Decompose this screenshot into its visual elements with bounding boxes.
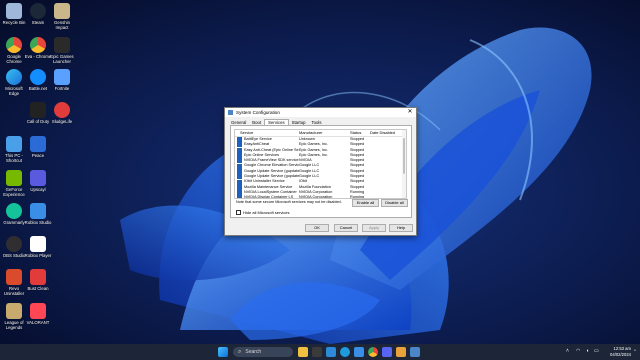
desktop-icon-sludgelife[interactable]: SludgeLife (48, 102, 76, 124)
service-name: NVIDIA Display Container LS (244, 195, 294, 199)
chrome-icon (30, 37, 46, 53)
edge-icon[interactable] (340, 347, 350, 357)
task-view-icon[interactable] (312, 347, 322, 357)
taskbar: ⌕ Search ˄ ◠ ◖ ▭ 12:53 am 04/02/2024 ◔ (0, 344, 640, 360)
apply-button[interactable]: Apply (362, 224, 386, 232)
checkbox-icon[interactable] (236, 210, 241, 215)
tray-overflow-chevron-icon[interactable]: ˄ (566, 348, 569, 354)
window-titlebar[interactable]: System Configuration ✕ (225, 108, 416, 117)
desktop-icon-genshin[interactable]: Genshin Impact (48, 3, 76, 30)
services-table: Service Manufacturer Status Date Disable… (234, 129, 407, 199)
league-icon (6, 303, 22, 319)
upscayl-icon (30, 170, 46, 186)
table-scrollbar[interactable] (402, 130, 406, 198)
manufacturer-cell: NVIDIA Corporation (299, 195, 333, 199)
taskbar-clock[interactable]: 12:53 am 04/02/2024 (601, 346, 631, 357)
column-header-manufacturer[interactable]: Manufacturer (299, 130, 350, 136)
app-icon[interactable] (396, 347, 406, 357)
widgets-icon[interactable] (298, 347, 308, 357)
volume-icon[interactable]: ◖ (586, 348, 589, 354)
desktop-icon-valorant[interactable]: VALORANT (24, 303, 52, 325)
store-icon[interactable] (354, 347, 364, 357)
disable-all-button[interactable]: Disable all (381, 199, 408, 207)
chrome-icon[interactable] (368, 347, 378, 357)
close-icon[interactable]: ✕ (404, 108, 416, 117)
geforce-icon (6, 170, 22, 186)
table-header: Service Manufacturer Status Date Disable… (235, 130, 406, 137)
battery-icon[interactable]: ▭ (594, 348, 599, 354)
epic-games-icon (54, 37, 70, 53)
msconfig-icon[interactable] (410, 347, 420, 357)
secure-services-note: Note that some secure Microsoft services… (236, 200, 342, 204)
notification-bell-icon[interactable]: ◔ (633, 348, 636, 354)
fortnite-icon (54, 69, 70, 85)
window-title: System Configuration (236, 110, 280, 115)
services-panel: Service Manufacturer Status Date Disable… (230, 125, 412, 218)
desktop-icon-roblox-studio[interactable]: Roblox Studio (24, 203, 52, 225)
system-configuration-window: System Configuration ✕ General Boot Serv… (224, 107, 417, 236)
search-icon: ⌕ (238, 348, 242, 355)
desktop-icon-epic-games[interactable]: Epic Games Launcher (48, 37, 76, 64)
sludgelife-icon (54, 102, 70, 118)
desktop-icon-area: Recycle Bin Steam Genshin Impact Google … (0, 0, 80, 344)
genshin-icon (54, 3, 70, 19)
desktop-icon-peace[interactable]: Peace (24, 136, 52, 158)
ok-button[interactable]: OK (305, 224, 329, 232)
grammarly-icon (6, 203, 22, 219)
roblox-icon (30, 236, 46, 252)
msconfig-icon (228, 110, 233, 115)
valorant-icon (30, 303, 46, 319)
revo-icon (6, 269, 22, 285)
steam-icon (30, 3, 46, 19)
enable-all-button[interactable]: Enable all (352, 199, 379, 207)
cancel-button[interactable]: Cancel (334, 224, 358, 232)
help-button[interactable]: Help (389, 224, 413, 232)
table-body: BattlEye Service Unknown Stopped EasyAntiCh… (235, 137, 406, 199)
edge-icon (6, 69, 22, 85)
peace-icon (30, 136, 46, 152)
clock-date: 04/02/2024 (610, 351, 631, 357)
roblox-studio-icon (30, 203, 46, 219)
service-checkbox[interactable] (237, 195, 242, 198)
search-placeholder: Search (245, 349, 262, 355)
hide-microsoft-services-label: Hide all Microsoft services (243, 210, 290, 215)
file-explorer-icon[interactable] (326, 347, 336, 357)
column-header-service[interactable]: Service (235, 130, 299, 136)
hide-microsoft-services-checkbox[interactable]: Hide all Microsoft services (236, 210, 289, 215)
desktop-icon-bust-clean[interactable]: Bust Clean (24, 269, 52, 291)
obs-icon (6, 236, 22, 252)
taskbar-search-box[interactable]: ⌕ Search (233, 347, 293, 357)
call-of-duty-icon (30, 102, 46, 118)
column-header-status[interactable]: Status (350, 130, 370, 136)
recycle-bin-icon (6, 3, 22, 19)
wifi-icon[interactable]: ◠ (576, 348, 580, 354)
column-header-date-disabled[interactable]: Date Disabled (370, 130, 400, 136)
service-cell: NVIDIA Display Container LS (235, 195, 299, 199)
this-pc-icon (6, 136, 22, 152)
desktop-icon-fortnite[interactable]: Fortnite (48, 69, 76, 91)
desktop-icon-upscayl[interactable]: Upscayl (24, 170, 52, 192)
bust-clean-icon (30, 269, 46, 285)
scrollbar-thumb[interactable] (403, 138, 405, 174)
desktop-icon-roblox-player[interactable]: Roblox Player (24, 236, 52, 258)
discord-icon[interactable] (382, 347, 392, 357)
chrome-icon (6, 37, 22, 53)
battlenet-icon (30, 69, 46, 85)
start-button-windows-icon[interactable] (218, 347, 228, 357)
